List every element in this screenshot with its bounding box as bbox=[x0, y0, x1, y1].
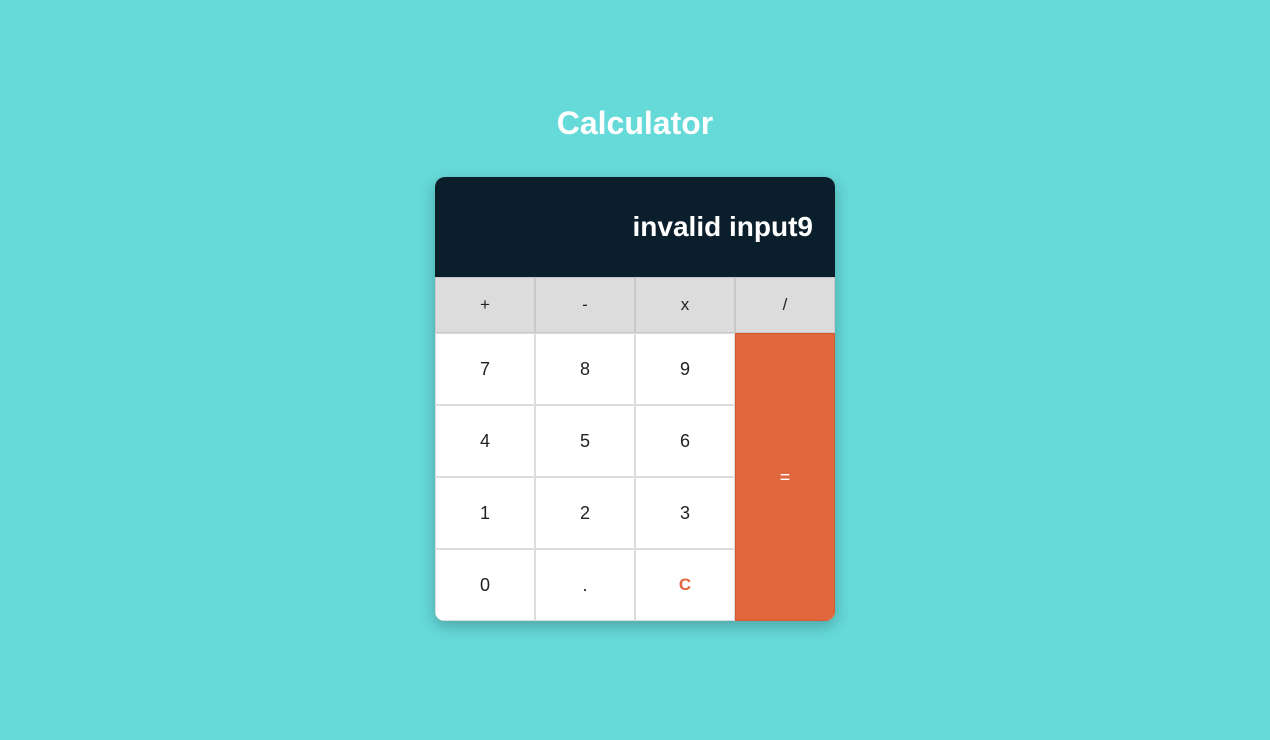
digit-2-button[interactable]: 2 bbox=[535, 477, 635, 549]
digit-4-button[interactable]: 4 bbox=[435, 405, 535, 477]
digit-8-button[interactable]: 8 bbox=[535, 333, 635, 405]
digit-7-button[interactable]: 7 bbox=[435, 333, 535, 405]
equals-button[interactable]: = bbox=[735, 333, 835, 621]
digit-0-button[interactable]: 0 bbox=[435, 549, 535, 621]
digit-3-button[interactable]: 3 bbox=[635, 477, 735, 549]
digit-6-button[interactable]: 6 bbox=[635, 405, 735, 477]
main-grid: 7 8 9 4 5 6 1 2 3 0 . C = bbox=[435, 333, 835, 621]
number-grid: 7 8 9 4 5 6 1 2 3 0 . C bbox=[435, 333, 735, 621]
page-title: Calculator bbox=[557, 105, 713, 142]
clear-button[interactable]: C bbox=[635, 549, 735, 621]
multiply-button[interactable]: x bbox=[635, 277, 735, 333]
subtract-button[interactable]: - bbox=[535, 277, 635, 333]
digit-1-button[interactable]: 1 bbox=[435, 477, 535, 549]
add-button[interactable]: + bbox=[435, 277, 535, 333]
digit-9-button[interactable]: 9 bbox=[635, 333, 735, 405]
calculator-body: invalid input9 + - x / 7 8 9 4 5 6 1 2 3… bbox=[435, 177, 835, 621]
decimal-button[interactable]: . bbox=[535, 549, 635, 621]
digit-5-button[interactable]: 5 bbox=[535, 405, 635, 477]
divide-button[interactable]: / bbox=[735, 277, 835, 333]
calculator-display: invalid input9 bbox=[435, 177, 835, 277]
operator-row: + - x / bbox=[435, 277, 835, 333]
